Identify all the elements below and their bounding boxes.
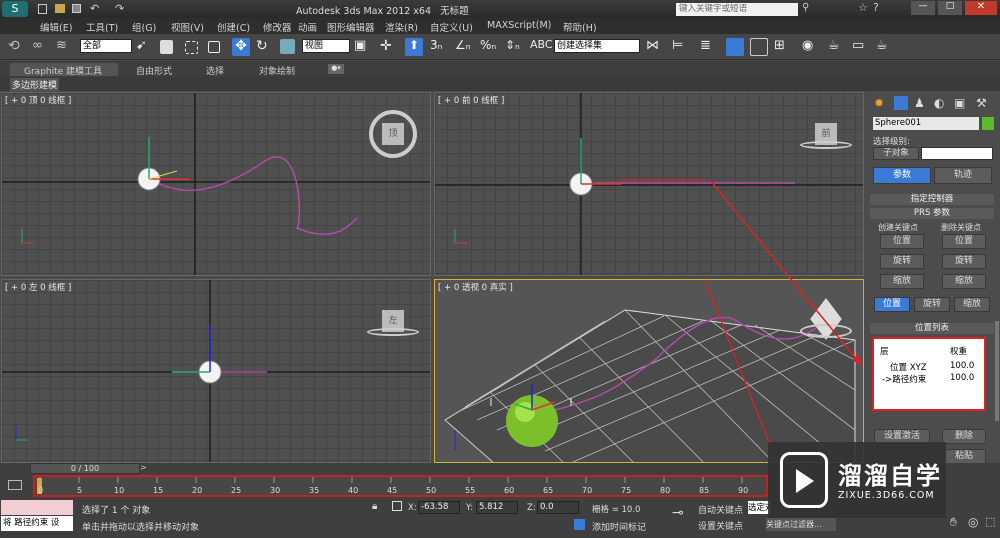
- auto-key-button[interactable]: 自动关键点: [698, 503, 743, 516]
- selected-dropdown[interactable]: 选定对象: [748, 501, 770, 514]
- col-layer-header: 层: [880, 347, 889, 357]
- add-time-tag[interactable]: 添加时间标记: [592, 520, 646, 533]
- pan-icon[interactable]: ◎: [968, 515, 978, 529]
- tick-label: 90: [738, 486, 749, 495]
- paste-button[interactable]: 粘贴: [942, 449, 986, 464]
- watermark-url: ZIXUE.3D66.COM: [838, 490, 935, 501]
- maxscript-listener[interactable]: [1, 500, 73, 515]
- grid-size: 栅格 = 10.0: [592, 505, 641, 515]
- prs-params-rollout[interactable]: PRS 参数: [870, 208, 994, 219]
- tick-label: 80: [660, 486, 671, 495]
- set-key-button[interactable]: 设置关键点: [698, 519, 743, 532]
- create-key-label: 创建关键点: [878, 223, 918, 232]
- x-label: X:: [408, 503, 417, 513]
- x-coord-field[interactable]: -63.58: [418, 501, 460, 514]
- position-tab[interactable]: 位置: [874, 297, 910, 312]
- tick-label: 0: [38, 486, 44, 495]
- delete-rot-key-button[interactable]: 旋转: [942, 254, 986, 269]
- sub-object-button[interactable]: 子对象: [873, 147, 919, 160]
- tick-label: 70: [582, 486, 593, 495]
- delete-scale-key-button[interactable]: 缩放: [942, 274, 986, 289]
- tick-label: 30: [270, 486, 281, 495]
- create-pos-key-button[interactable]: 位置: [880, 234, 924, 249]
- list-row-weight: 100.0: [950, 361, 975, 371]
- list-row-weight: 100.0: [950, 373, 975, 383]
- watermark-logo-icon: [780, 452, 828, 508]
- y-coord-field[interactable]: 5.812: [476, 501, 518, 514]
- create-tab-icon[interactable]: ✹: [874, 96, 888, 110]
- time-slider-next-icon[interactable]: >: [140, 463, 147, 472]
- key-filters-button[interactable]: 关键点过滤器...: [766, 518, 836, 531]
- utilities-tab-icon[interactable]: ⚒: [976, 96, 987, 110]
- tick-label: 50: [426, 486, 437, 495]
- motion-tab-icon[interactable]: ◐: [934, 96, 944, 110]
- object-name-field[interactable]: Sphere001: [873, 117, 979, 130]
- tick-label: 10: [114, 486, 125, 495]
- timeline-toggle-icon[interactable]: [8, 480, 22, 490]
- tick-label: 15: [153, 486, 164, 495]
- abs-mode-icon[interactable]: [392, 501, 402, 511]
- tick-label: 85: [699, 486, 710, 495]
- create-scale-key-button[interactable]: 缩放: [880, 274, 924, 289]
- watermark-title: 溜溜自学: [838, 462, 942, 490]
- z-coord-field[interactable]: 0.0: [537, 501, 579, 514]
- maximize-viewport-icon[interactable]: ⬚: [985, 515, 995, 528]
- tick-label: 5: [77, 486, 83, 495]
- tick-label: 75: [621, 486, 632, 495]
- z-label: Z:: [527, 503, 536, 513]
- scale-tab[interactable]: 缩放: [954, 297, 990, 312]
- orbit-icon[interactable]: ✋︎: [950, 515, 957, 530]
- tick-label: 20: [192, 486, 203, 495]
- position-list-table[interactable]: 层 权重 位置 XYZ 100.0 ->路径约束 100.0: [876, 343, 982, 405]
- list-row-name[interactable]: ->路径约束: [882, 373, 926, 385]
- rotation-tab[interactable]: 旋转: [914, 297, 950, 312]
- select-level-label: 选择级别:: [873, 137, 910, 147]
- tick-label: 60: [504, 486, 515, 495]
- tick-label: 45: [387, 486, 398, 495]
- display-tab-icon[interactable]: ▣: [954, 96, 965, 110]
- params-button[interactable]: 参数: [873, 167, 931, 184]
- tick-label: 65: [543, 486, 554, 495]
- create-rot-key-button[interactable]: 旋转: [880, 254, 924, 269]
- panel-scrollbar[interactable]: [995, 321, 999, 421]
- tick-label: 40: [348, 486, 359, 495]
- object-color-swatch[interactable]: [982, 117, 994, 130]
- list-row-name[interactable]: 位置 XYZ: [890, 361, 927, 373]
- set-key-icon[interactable]: ⊸: [672, 505, 684, 521]
- track-ticks: [39, 477, 743, 483]
- col-weight-header: 权重: [950, 347, 968, 357]
- watermark: 溜溜自学 ZIXUE.3D66.COM: [768, 442, 946, 518]
- lock-selection-icon[interactable]: 🔒︎: [372, 501, 377, 512]
- maxscript-mini-output[interactable]: 将 路径约束 设: [1, 516, 73, 531]
- delete-key-label: 删除关键点: [941, 223, 981, 232]
- command-panel: ✹ ♟ ◐ ▣ ⚒ Sphere001 选择级别: 子对象 参数 轨迹 指定控制…: [866, 91, 1000, 471]
- prompt-hint: 单击并拖动以选择并移动对象: [82, 523, 200, 533]
- delete-pos-key-button[interactable]: 位置: [942, 234, 986, 249]
- sub-object-dropdown[interactable]: [921, 147, 993, 160]
- add-time-tag-icon[interactable]: [574, 519, 585, 530]
- tick-label: 35: [309, 486, 320, 495]
- selection-status: 选择了 1 个 对象: [82, 506, 151, 516]
- delete-button[interactable]: 删除: [942, 429, 986, 444]
- time-slider[interactable]: 0 / 100: [30, 463, 140, 474]
- modify-tab-icon[interactable]: [894, 96, 908, 110]
- position-list-rollout[interactable]: 位置列表: [870, 323, 994, 334]
- hierarchy-tab-icon[interactable]: ♟: [914, 96, 925, 110]
- trajectories-button[interactable]: 轨迹: [934, 167, 992, 184]
- y-label: Y:: [466, 503, 473, 513]
- assign-controller-rollout[interactable]: 指定控制器: [870, 194, 994, 205]
- tick-label: 55: [465, 486, 476, 495]
- tick-label: 25: [231, 486, 242, 495]
